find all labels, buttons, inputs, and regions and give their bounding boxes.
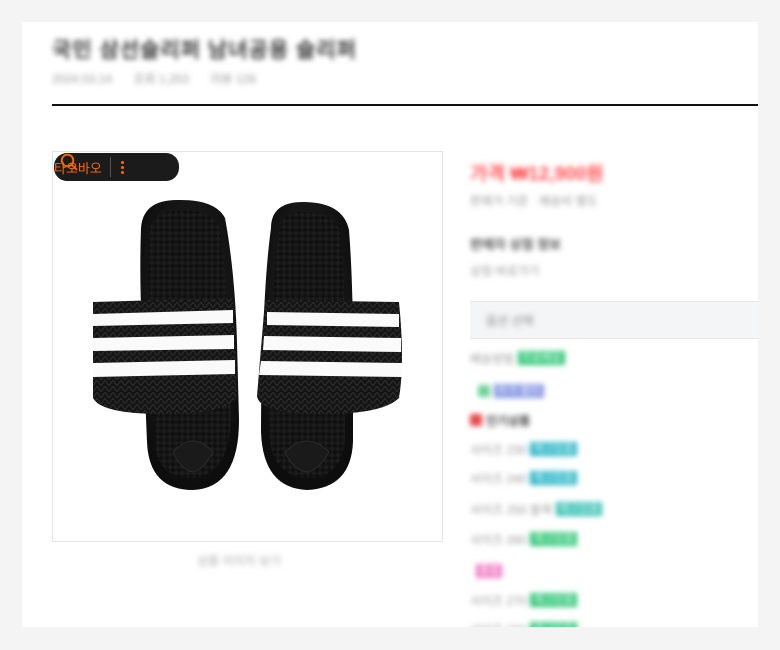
post-meta: 2024.03.14 조회 1,253 리뷰 128 (52, 70, 274, 87)
taobao-search-widget[interactable]: 타오바오 (54, 153, 179, 181)
option-row[interactable]: 사이즈 240 재고있음 (470, 469, 577, 487)
option-row-label: 사이즈 240 (470, 471, 527, 486)
option-row-tag: 재고있음 (530, 471, 577, 485)
product-info-panel: 가격 ₩12,900원 판매가 기준 · 배송비 별도 판매자 상점 정보 상점… (470, 22, 758, 627)
post-reviews: 리뷰 128 (210, 72, 256, 86)
option-row-label: 사이즈 280 (470, 621, 526, 628)
option-row[interactable]: 인기상품 (470, 411, 534, 429)
option-row-tag: 재고있음 (530, 593, 577, 607)
option-row-tag: 재고있음 (555, 502, 603, 516)
image-caption[interactable]: 상품 이미지 보기 (197, 552, 281, 569)
left-slipper-shape (93, 199, 239, 490)
option-row[interactable]: 사이즈 250 블랙 재고있음 (470, 500, 603, 518)
option-row-label: 사이즈 270 (470, 593, 527, 608)
shop-name[interactable]: 판매자 상점 정보 (470, 234, 561, 253)
option-row-label: 배송방법 (470, 351, 515, 366)
plus-icon (478, 385, 490, 397)
taobao-divider (109, 157, 111, 177)
option-row-label: 사이즈 230 (470, 442, 527, 457)
option-row-label: 인기상품 (486, 413, 531, 428)
option-row[interactable]: 사이즈 270 재고있음 (470, 591, 577, 609)
option-row-tag: 추가 할인 (494, 384, 544, 398)
price-text: 가격 ₩12,900원 (470, 164, 604, 185)
option-row-tag: 무료배송 (518, 351, 565, 365)
option-select-placeholder: 옵션 선택 (486, 314, 534, 328)
page-card: 국민 삼선슬리퍼 남녀공용 슬리퍼 2024.03.14 조회 1,253 리뷰… (22, 22, 758, 627)
option-row-tag: 재고있음 (530, 442, 577, 456)
product-image-frame[interactable]: 타오바오 (52, 151, 443, 542)
search-icon[interactable] (60, 153, 78, 171)
page-title: 국민 삼선슬리퍼 남녀공용 슬리퍼 (52, 39, 357, 62)
option-row[interactable]: 사이즈 280 재고있음 (470, 620, 577, 627)
post-views: 조회 1,253 (133, 72, 189, 86)
more-options-icon[interactable] (114, 160, 132, 174)
option-row-tag: 품절 (476, 564, 503, 578)
option-select[interactable]: 옵션 선택 (470, 301, 758, 339)
option-row[interactable]: 품절 (476, 562, 503, 580)
option-row-label: 사이즈 250 블랙 (470, 502, 552, 517)
post-date: 2024.03.14 (52, 72, 113, 86)
price-subtext: 판매가 기준 · 배송비 별도 (470, 194, 598, 208)
option-row-tag: 재고있음 (530, 622, 577, 627)
option-row-label: 사이즈 260 (470, 532, 527, 547)
option-row[interactable]: 사이즈 260 재고있음 (470, 530, 577, 548)
product-image-slippers (93, 199, 402, 490)
right-slipper-shape (257, 202, 402, 490)
option-row[interactable]: 사이즈 230 재고있음 (470, 440, 577, 458)
option-row[interactable]: 추가 할인 (478, 382, 544, 400)
flag-icon (470, 414, 482, 426)
option-row-tag: 재고있음 (530, 532, 577, 546)
option-row[interactable]: 배송방법 무료배송 (470, 349, 565, 367)
shop-link[interactable]: 상점 바로가기 (470, 262, 540, 279)
